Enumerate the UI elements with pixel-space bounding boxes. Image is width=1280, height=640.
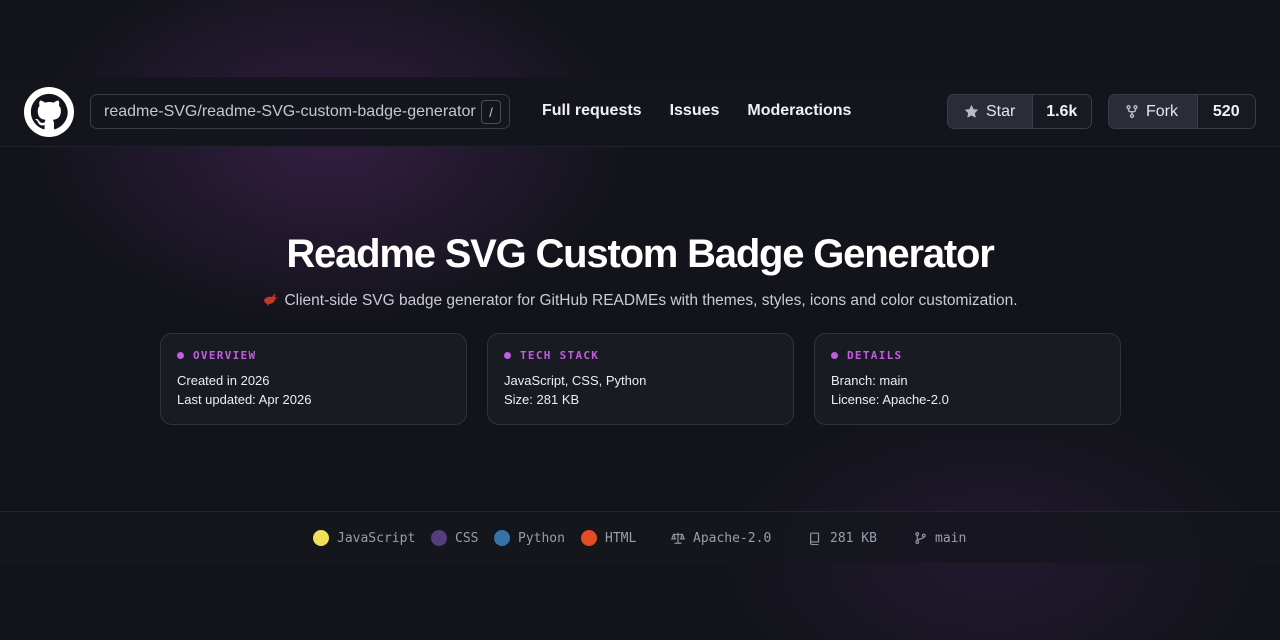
nav-full-requests[interactable]: Full requests	[542, 102, 642, 120]
language-dot	[581, 530, 597, 546]
footer-size: 281 KB	[808, 530, 877, 546]
footer-branch: main	[914, 530, 966, 546]
card-label-text: OVERVIEW	[193, 349, 257, 362]
star-button-group: Star 1.6k	[947, 94, 1092, 129]
branch-icon	[915, 532, 926, 544]
fork-count[interactable]: 520	[1196, 95, 1255, 128]
card-line: Size: 281 KB	[504, 392, 580, 407]
language-python: Python	[494, 530, 565, 546]
nav-issues[interactable]: Issues	[670, 102, 720, 120]
card-dot	[831, 352, 838, 359]
language-name: JavaScript	[337, 530, 416, 546]
language-dot	[431, 530, 447, 546]
card-label: OVERVIEW	[177, 349, 450, 362]
card-line: Last updated: Apr 2026	[177, 392, 312, 407]
card-label: DETAILS	[831, 349, 1104, 362]
card-line: License: Apache-2.0	[831, 392, 949, 407]
github-logo-icon[interactable]	[24, 87, 74, 137]
repo-icon	[810, 532, 820, 545]
fork-button-group: Fork 520	[1108, 94, 1256, 129]
tech-stack-card: TECH STACK JavaScript, CSS, Python Size:…	[487, 333, 794, 425]
scale-icon	[671, 532, 685, 544]
card-dot	[177, 352, 184, 359]
subtitle-text: Client-side SVG badge generator for GitH…	[284, 292, 1018, 309]
branch-text: main	[935, 530, 967, 546]
card-label: TECH STACK	[504, 349, 777, 362]
footer-license: Apache-2.0	[671, 530, 771, 546]
footer-bar: JavaScript CSS Python HTML Apache-2.0 28…	[0, 511, 1280, 563]
language-name: Python	[518, 530, 565, 546]
card-line: Created in 2026	[177, 373, 270, 388]
language-name: HTML	[605, 530, 637, 546]
repo-search-input[interactable]: readme-SVG/readme-SVG-custom-badge-gener…	[90, 94, 510, 129]
language-dot	[313, 530, 329, 546]
slash-shortcut-key: /	[481, 100, 501, 124]
fork-icon	[1126, 104, 1138, 119]
language-html: HTML	[581, 530, 636, 546]
repo-path-text: readme-SVG/readme-SVG-custom-badge-gener…	[104, 102, 476, 120]
top-bar: readme-SVG/readme-SVG-custom-badge-gener…	[0, 77, 1280, 147]
language-javascript: JavaScript	[313, 530, 415, 546]
language-css: CSS	[431, 530, 478, 546]
language-dot	[494, 530, 510, 546]
fork-button[interactable]: Fork	[1109, 95, 1197, 128]
license-text: Apache-2.0	[693, 530, 772, 546]
nav-moderactions[interactable]: Moderactions	[747, 102, 851, 120]
page-title: Readme SVG Custom Badge Generator	[286, 232, 994, 276]
star-count[interactable]: 1.6k	[1031, 95, 1091, 128]
page-subtitle: Client-side SVG badge generator for GitH…	[0, 291, 1280, 310]
star-button[interactable]: Star	[948, 95, 1032, 128]
fork-label: Fork	[1146, 102, 1178, 120]
star-label: Star	[986, 102, 1016, 120]
bird-icon	[264, 294, 279, 306]
card-line: Branch: main	[831, 373, 908, 388]
size-text: 281 KB	[830, 530, 877, 546]
details-card: DETAILS Branch: main License: Apache-2.0	[814, 333, 1121, 425]
card-dot	[504, 352, 511, 359]
card-label-text: TECH STACK	[520, 349, 600, 362]
nav-menu: Full requests Issues Moderactions	[542, 102, 879, 120]
overview-card: OVERVIEW Created in 2026 Last updated: A…	[160, 333, 467, 425]
card-line: JavaScript, CSS, Python	[504, 373, 647, 388]
star-icon	[964, 104, 979, 118]
card-label-text: DETAILS	[847, 349, 903, 362]
language-name: CSS	[455, 530, 479, 546]
